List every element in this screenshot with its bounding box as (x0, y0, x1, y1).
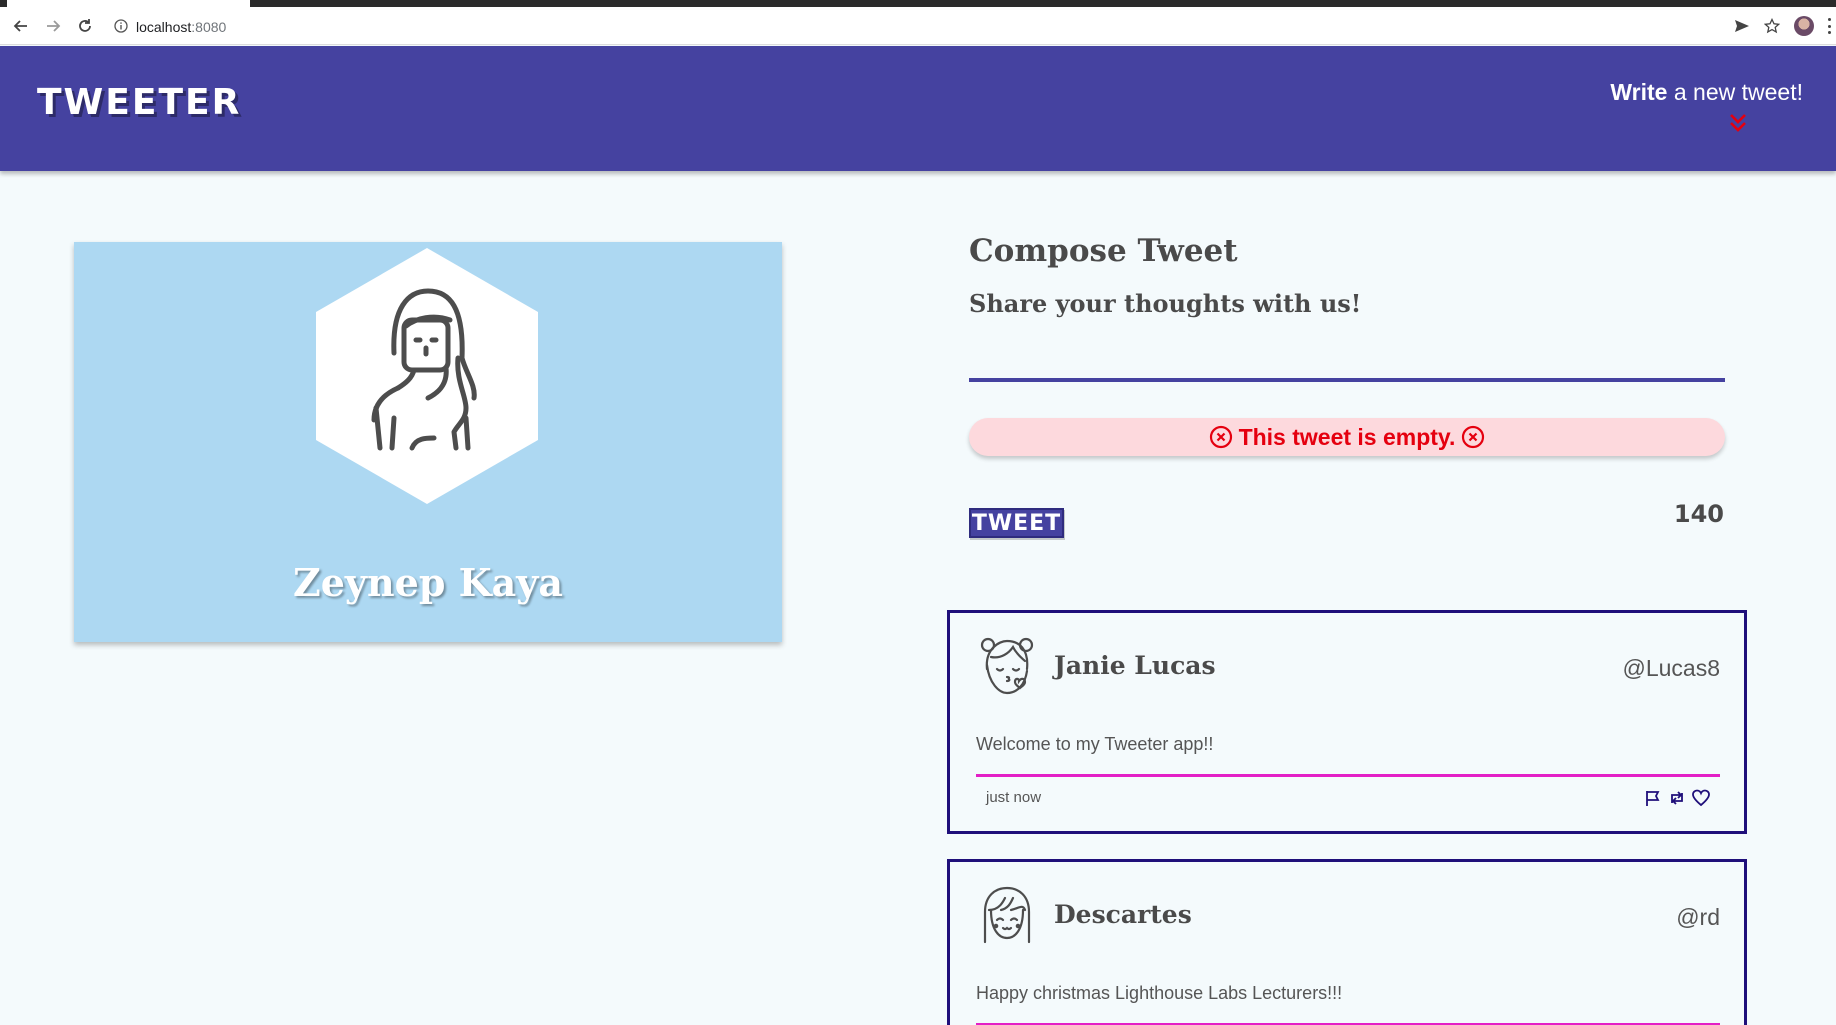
back-arrow-icon[interactable] (10, 15, 32, 37)
tweet-card: Descartes @rd Happy christmas Lighthouse… (947, 859, 1747, 1025)
tweet-divider (976, 774, 1720, 777)
compose-subtitle: Share your thoughts with us! (969, 289, 1362, 318)
girl-kiss-avatar-icon (980, 637, 1034, 695)
browser-toolbar: localhost:8080 (0, 7, 1836, 45)
browser-tab-strip (0, 0, 1836, 7)
write-new-tweet-link[interactable]: Write a new tweet! (1610, 79, 1803, 106)
tweet-author-name: Descartes (1054, 900, 1192, 929)
forward-arrow-icon[interactable] (42, 15, 64, 37)
tweet-author-handle: @Lucas8 (1622, 655, 1720, 681)
error-message: This tweet is empty. (969, 418, 1725, 456)
tab-strip-edge (0, 0, 7, 7)
tweet-submit-button[interactable]: TWEET (969, 508, 1064, 538)
menu-kebab-icon[interactable] (1828, 18, 1832, 34)
double-chevron-down-icon[interactable] (1728, 112, 1748, 134)
error-circle-x-icon (1209, 425, 1232, 449)
tweet-timestamp: just now (986, 789, 1042, 806)
browser-actions (1734, 15, 1836, 37)
brand-logo[interactable]: TWEETER (37, 82, 241, 123)
error-text: This tweet is empty. (1238, 423, 1456, 450)
tweet-body: Welcome to my Tweeter app!! (976, 734, 1214, 754)
compose-title: Compose Tweet (969, 233, 1238, 269)
heart-icon[interactable] (1691, 788, 1711, 808)
address-bar[interactable]: localhost:8080 (114, 16, 226, 36)
info-icon[interactable] (114, 19, 128, 33)
write-rest: a new tweet! (1667, 79, 1803, 105)
profile-avatar[interactable] (1794, 16, 1814, 36)
send-icon[interactable] (1734, 18, 1750, 34)
write-bold: Write (1610, 79, 1668, 105)
tweet-author-name: Janie Lucas (1054, 651, 1216, 680)
tweet-body: Happy christmas Lighthouse Labs Lecturer… (976, 983, 1343, 1003)
reload-icon[interactable] (74, 15, 96, 37)
tab-strip-background (250, 0, 1836, 7)
flag-icon[interactable] (1643, 788, 1663, 808)
tweet-card: Janie Lucas @Lucas8 Welcome to my Tweete… (947, 610, 1747, 834)
profile-avatar-hexagon (316, 248, 538, 504)
url-host: localhost (136, 18, 192, 35)
star-icon[interactable] (1764, 18, 1780, 34)
character-counter: 140 (1673, 500, 1724, 528)
profile-card: Zeynep Kaya (74, 242, 782, 642)
tweet-actions (1643, 788, 1711, 808)
girl-bangs-avatar-icon (983, 886, 1031, 944)
error-circle-x-icon (1462, 425, 1485, 449)
url-port: :8080 (191, 18, 227, 35)
app-header: TWEETER Write a new tweet! (0, 46, 1836, 171)
retweet-icon[interactable] (1667, 788, 1687, 808)
profile-name: Zeynep Kaya (293, 560, 563, 605)
tweet-author-handle: @rd (1676, 904, 1720, 930)
tweet-textarea[interactable] (969, 336, 1725, 382)
